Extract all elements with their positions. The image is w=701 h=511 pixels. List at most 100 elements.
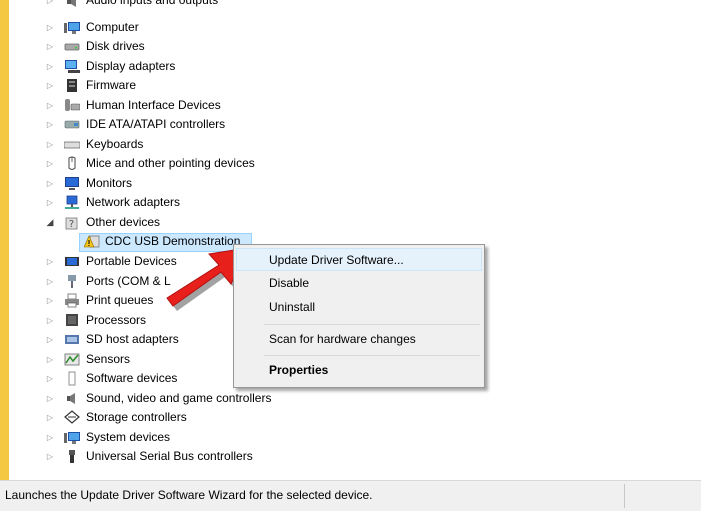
expand-arrow-icon[interactable]: ▷ — [45, 311, 55, 330]
tree-item-label: Monitors — [86, 176, 133, 190]
status-bar: Launches the Update Driver Software Wiza… — [0, 480, 701, 511]
tree-item-usb-controllers[interactable]: ▷ Universal Serial Bus controllers — [9, 447, 409, 466]
collapse-arrow-icon[interactable]: ◢ — [45, 213, 55, 232]
expand-arrow-icon[interactable]: ▷ — [45, 272, 55, 291]
network-adapter-icon — [65, 195, 79, 209]
expand-arrow-icon[interactable]: ▷ — [45, 408, 55, 427]
tree-item-label: Audio inputs and outputs — [86, 0, 219, 7]
tree-item-computer[interactable]: ▷ Computer — [9, 18, 409, 37]
monitor-icon — [65, 177, 79, 190]
tree-item-keyboards[interactable]: ▷ Keyboards — [9, 135, 409, 154]
speaker-icon — [67, 393, 75, 404]
hid-icon — [65, 99, 80, 111]
menu-item-update-driver-software[interactable]: Update Driver Software... — [236, 248, 482, 271]
status-divider — [624, 484, 625, 508]
disk-drive-icon — [64, 43, 80, 51]
expand-arrow-icon[interactable]: ▷ — [45, 193, 55, 212]
tree-item-label: System devices — [86, 430, 171, 444]
storage-controller-icon — [64, 410, 80, 424]
tree-item-label: Software devices — [86, 371, 178, 385]
tree-item-label: Storage controllers — [86, 410, 187, 424]
expand-arrow-icon[interactable]: ▷ — [45, 252, 55, 271]
portable-device-icon — [65, 257, 79, 266]
computer-icon — [64, 22, 80, 34]
expand-arrow-icon[interactable]: ▷ — [45, 96, 55, 115]
tree-item-system-devices[interactable]: ▷ System devices — [9, 428, 409, 447]
expand-arrow-icon[interactable]: ▷ — [45, 0, 55, 10]
firmware-icon — [67, 79, 77, 92]
tree-item-label: SD host adapters — [86, 332, 179, 346]
tree-item-label: Computer — [86, 20, 139, 34]
expand-arrow-icon[interactable]: ▷ — [45, 76, 55, 95]
tree-item-storage-controllers[interactable]: ▷ Storage controllers — [9, 408, 409, 427]
tree-item-label: Other devices — [86, 215, 161, 229]
tree-item-sound-video-game-controllers[interactable]: ▷ Sound, video and game controllers — [9, 389, 409, 408]
tree-item-sensors[interactable]: ▷ Sensors — [9, 350, 219, 369]
tree-item-label: Human Interface Devices — [86, 98, 221, 112]
expand-arrow-icon[interactable]: ▷ — [45, 428, 55, 447]
menu-item-disable[interactable]: Disable — [236, 272, 482, 295]
tree-item-audio[interactable]: ▷ Audio inputs and outputs — [9, 0, 409, 10]
tree-item-label: Network adapters — [86, 195, 181, 209]
tree-item-label: Universal Serial Bus controllers — [86, 449, 253, 463]
tree-item-display-adapters[interactable]: ▷ Display adapters — [9, 57, 409, 76]
status-text: Launches the Update Driver Software Wiza… — [5, 488, 373, 502]
expand-arrow-icon[interactable]: ▷ — [45, 18, 55, 37]
expand-arrow-icon[interactable]: ▷ — [45, 37, 55, 56]
keyboard-icon — [64, 141, 80, 149]
expand-arrow-icon[interactable]: ▷ — [45, 330, 55, 349]
expand-arrow-icon[interactable]: ▷ — [45, 57, 55, 76]
tree-item-mice[interactable]: ▷ Mice and other pointing devices — [9, 154, 409, 173]
expand-arrow-icon[interactable]: ▷ — [45, 174, 55, 193]
expand-arrow-icon[interactable]: ▷ — [45, 350, 55, 369]
context-menu: Update Driver Software... Disable Uninst… — [233, 244, 485, 388]
menu-item-uninstall[interactable]: Uninstall — [236, 296, 482, 319]
expand-arrow-icon[interactable]: ▷ — [45, 291, 55, 310]
software-device-icon — [68, 371, 76, 386]
expand-arrow-icon[interactable]: ▷ — [45, 154, 55, 173]
device-tree[interactable]: ▷ Audio inputs and outputs ▷ Computer ▷ … — [9, 0, 701, 480]
expand-arrow-icon[interactable]: ▷ — [45, 447, 55, 466]
unknown-device-icon: ? — [65, 217, 78, 230]
tree-item-label: Firmware — [86, 78, 136, 92]
tree-item-network-adapters[interactable]: ▷ Network adapters — [9, 193, 409, 212]
svg-text:?: ? — [69, 219, 74, 230]
expand-arrow-icon[interactable]: ▷ — [45, 389, 55, 408]
tree-item-label: Display adapters — [86, 59, 176, 73]
tree-item-monitors[interactable]: ▷ Monitors — [9, 174, 409, 193]
tree-item-ide-controllers[interactable]: ▷ IDE ATA/ATAPI controllers — [9, 115, 409, 134]
menu-separator — [264, 324, 480, 325]
tree-item-label: Sound, video and game controllers — [86, 391, 272, 405]
ide-controller-icon — [64, 120, 80, 129]
window-left-edge — [0, 0, 9, 510]
tree-item-sd-host-adapters[interactable]: ▷ SD host adapters — [9, 330, 219, 349]
speaker-icon — [67, 0, 76, 7]
sd-adapter-icon — [65, 335, 79, 344]
usb-icon — [69, 450, 75, 463]
processor-icon — [66, 314, 78, 326]
menu-item-properties[interactable]: Properties — [236, 359, 482, 382]
tree-item-disk-drives[interactable]: ▷ Disk drives — [9, 37, 409, 56]
expand-arrow-icon[interactable]: ▷ — [45, 115, 55, 134]
display-adapter-icon — [65, 60, 80, 73]
sensor-icon — [64, 353, 80, 366]
tree-item-label: IDE ATA/ATAPI controllers — [86, 117, 226, 131]
tree-item-other-devices[interactable]: ◢ ? Other devices — [9, 213, 409, 232]
tree-item-label: Processors — [86, 313, 147, 327]
system-device-icon — [64, 432, 80, 444]
port-icon — [68, 275, 76, 288]
mouse-icon — [68, 156, 76, 170]
tree-item-human-interface-devices[interactable]: ▷ Human Interface Devices — [9, 96, 409, 115]
expand-arrow-icon[interactable]: ▷ — [45, 369, 55, 388]
tree-item-label: Keyboards — [86, 137, 144, 151]
status-panel — [626, 484, 696, 508]
warning-device-icon — [84, 235, 100, 248]
tree-item-label: Disk drives — [86, 39, 145, 53]
menu-item-scan-for-hardware-changes[interactable]: Scan for hardware changes — [236, 328, 482, 351]
tree-item-label: Print queues — [86, 293, 154, 307]
menu-separator — [264, 355, 480, 356]
tree-item-label: Sensors — [86, 352, 131, 366]
printer-icon — [65, 293, 79, 308]
tree-item-firmware[interactable]: ▷ Firmware — [9, 76, 409, 95]
expand-arrow-icon[interactable]: ▷ — [45, 135, 55, 154]
